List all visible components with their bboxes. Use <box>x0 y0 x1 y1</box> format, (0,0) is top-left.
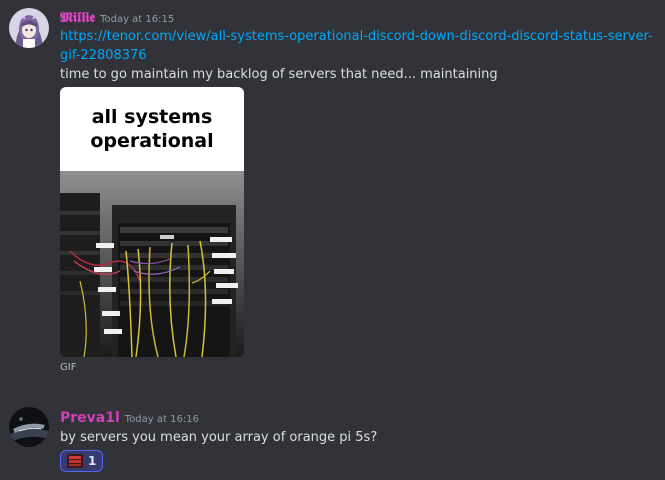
message-1: 𝕸𝖎𝖑𝖑𝖎𝖊 Today at 16:15 https://tenor.com/v… <box>0 0 665 380</box>
server-rack-gif-frame <box>60 171 244 357</box>
username[interactable]: Preva1l <box>60 410 120 426</box>
message-header: Preva1l Today at 16:16 <box>60 408 199 429</box>
message-header: 𝕸𝖎𝖑𝖑𝖎𝖊 Today at 16:15 <box>60 8 174 29</box>
message-text: time to go maintain my backlog of server… <box>60 67 498 82</box>
anime-girl-avatar-icon <box>9 8 49 48</box>
message-text: by servers you mean your array of orange… <box>60 430 378 445</box>
message-content: by servers you mean your array of orange… <box>60 428 660 447</box>
chat-window: 𝕸𝖎𝖑𝖑𝖎𝖊 Today at 16:15 https://tenor.com/v… <box>0 0 665 480</box>
message-content: https://tenor.com/view/all-systems-opera… <box>60 27 660 84</box>
dark-abstract-avatar-icon <box>9 407 49 447</box>
reaction-button[interactable]: 1 <box>60 450 104 472</box>
gif-embed[interactable]: all systems operational <box>60 87 244 357</box>
timestamp[interactable]: Today at 16:16 <box>125 414 199 425</box>
tenor-link[interactable]: https://tenor.com/view/all-systems-opera… <box>60 29 653 63</box>
username[interactable]: 𝕸𝖎𝖑𝖑𝖎𝖊 <box>60 10 95 26</box>
avatar[interactable] <box>9 8 49 48</box>
gif-caption-box: all systems operational <box>60 87 244 171</box>
server-rack-emoji-icon <box>67 454 83 468</box>
gif-label: GIF <box>60 362 77 373</box>
avatar[interactable] <box>9 407 49 447</box>
reaction-count: 1 <box>88 454 97 468</box>
gif-caption: all systems operational <box>90 106 214 152</box>
timestamp[interactable]: Today at 16:15 <box>100 14 174 25</box>
